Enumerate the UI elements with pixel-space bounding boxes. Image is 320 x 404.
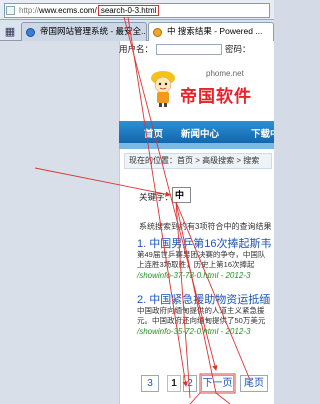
mascot-logo xyxy=(151,71,175,107)
tab-label: 中 搜索结果 - Powered ... xyxy=(167,26,263,36)
pager-last[interactable]: 尾页 xyxy=(240,375,268,392)
pager-next[interactable]: 下一页 xyxy=(201,375,234,392)
result-title[interactable]: 1. 中国男乒第16次捧起斯韦 xyxy=(137,235,271,251)
result-desc: 中国政府向缅甸提供的人道主义紧急援 xyxy=(137,306,265,315)
result-title[interactable]: 2. 中国紧急援助物资运抵缅 xyxy=(137,291,270,307)
pager-current: 1 xyxy=(167,375,181,392)
username-label: 用户名： xyxy=(119,44,154,54)
username-input[interactable] xyxy=(156,44,223,56)
nav-item-home[interactable]: 首页 xyxy=(144,126,163,140)
page-left-gutter xyxy=(0,41,119,404)
pager-item[interactable]: 3 xyxy=(141,375,159,392)
result-link[interactable]: /showinfo-35-72-0.html - 2012-3 xyxy=(137,327,250,336)
url-domain: www.ecms.com/ xyxy=(39,6,97,15)
site-domain: phome.net xyxy=(206,69,244,78)
site-logo-text[interactable]: 帝国软件 xyxy=(180,82,252,107)
url-field[interactable]: http://www.ecms.com/search-0-3.html xyxy=(4,3,270,18)
nav-item-news[interactable]: 新闻中心 xyxy=(181,126,219,140)
tab-ecms-home[interactable]: 帝国网站管理系统 - 最安全... xyxy=(21,22,147,41)
result-desc: 元。中国政府还向缅甸提供了50万美元 xyxy=(137,316,266,325)
result-link[interactable]: /showinfo-37-78-0.html - 2012-3 xyxy=(137,271,250,280)
result-desc: 上连胜3场取胜，历史上第16次捧起 xyxy=(137,260,255,269)
page-icon xyxy=(6,6,15,15)
main-nav: 首页 新闻中心 下载中 xyxy=(119,121,274,143)
keyword-label: 关键字： xyxy=(139,192,174,202)
keyword-input[interactable]: 中 xyxy=(172,187,191,203)
sub-nav-bar xyxy=(119,143,274,149)
ie-icon xyxy=(153,28,162,37)
pager-item[interactable]: 2 xyxy=(183,375,197,392)
ie-icon xyxy=(26,28,35,37)
tab-search-results[interactable]: 中 搜索结果 - Powered ... xyxy=(148,22,274,41)
login-row: 用户名： 密码： xyxy=(119,43,274,57)
nav-item-download[interactable]: 下载中 xyxy=(251,126,274,140)
breadcrumb: 现在的位置：首页 > 高级搜索 > 搜索 xyxy=(124,153,272,169)
search-summary: 系统搜索到约有3项符合中的查询结果 xyxy=(139,222,272,231)
url-protocol: http:// xyxy=(19,6,40,15)
quick-tabs-icon[interactable]: ▦ xyxy=(2,26,18,39)
result-desc: 第49届世乒赛男团决赛的争夺，中国队 xyxy=(137,250,266,259)
tab-label: 帝国网站管理系统 - 最安全... xyxy=(40,26,147,36)
url-path: search-0-3.html xyxy=(97,5,160,16)
password-label: 密码： xyxy=(225,44,251,54)
